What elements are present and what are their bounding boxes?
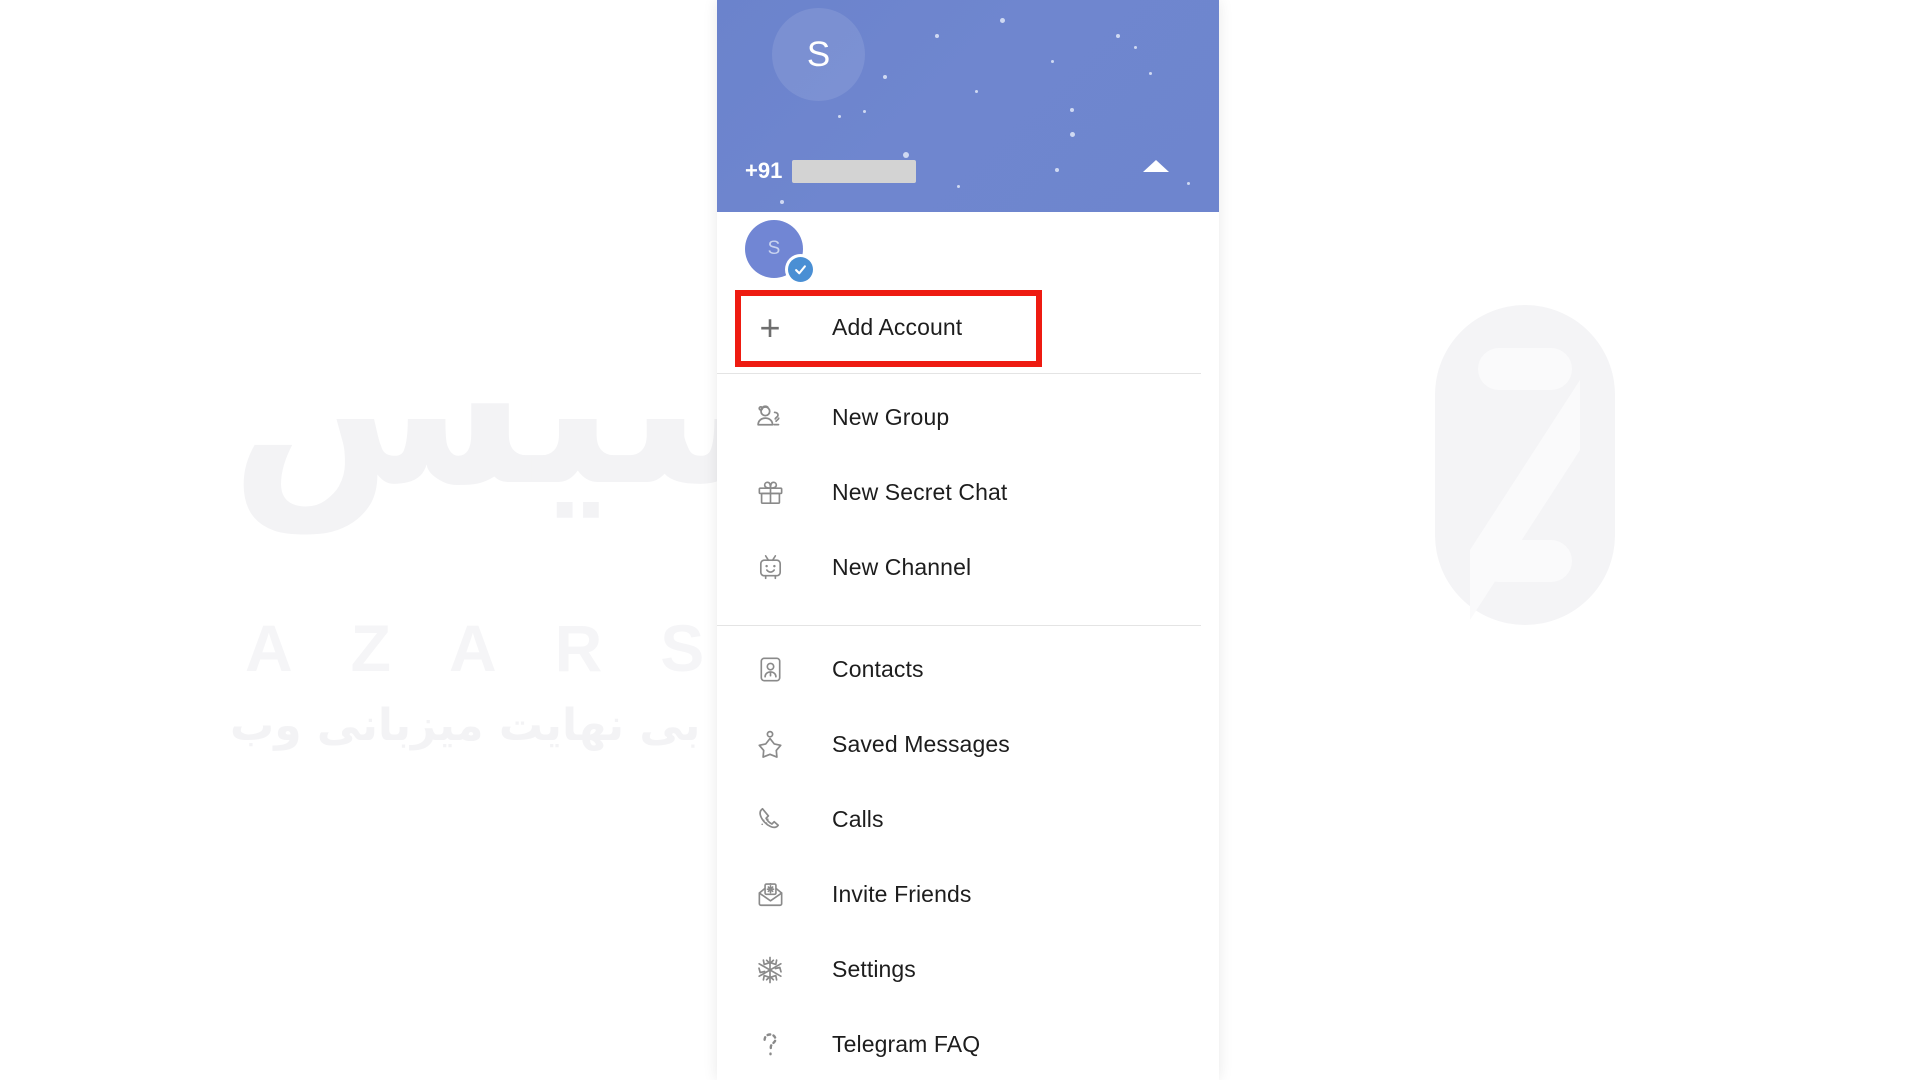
menu-item-telegram-faq[interactable]: Telegram FAQ (717, 1007, 1219, 1080)
menu-item-label: Invite Friends (832, 881, 972, 907)
menu-item-new-channel[interactable]: New Channel (717, 530, 1219, 605)
menu-item-label: Calls (832, 806, 884, 832)
watermark-logo-icon (1435, 305, 1615, 625)
star-icon (747, 729, 793, 761)
envelope-icon (747, 879, 793, 910)
account-avatar-initial: S (767, 238, 781, 259)
current-account-row[interactable]: S (717, 212, 1219, 290)
menu-item-invite-friends[interactable]: Invite Friends (717, 857, 1219, 932)
phone-icon (747, 804, 793, 836)
tv-face-icon (747, 552, 793, 583)
menu-item-label: Contacts (832, 656, 924, 682)
menu-item-label: New Channel (832, 554, 972, 580)
plus-icon: + (759, 306, 781, 348)
chevron-up-icon[interactable] (1143, 160, 1169, 172)
drawer-header: S +91 (717, 0, 1219, 212)
menu-item-settings[interactable]: Settings (717, 932, 1219, 1007)
check-badge-icon (785, 254, 816, 285)
menu-item-new-secret-chat[interactable]: New Secret Chat (717, 455, 1219, 530)
menu-item-label: Add Account (832, 314, 963, 340)
menu-item-label: New Group (832, 404, 950, 430)
divider (717, 373, 1201, 374)
navigation-drawer: S +91 S + Add Account New Group New Secr… (717, 0, 1219, 1080)
header-avatar-initial: S (806, 34, 831, 74)
contacts-icon (747, 654, 793, 685)
new-group-icon (747, 401, 793, 434)
menu-item-contacts[interactable]: Contacts (717, 632, 1219, 707)
snowflake-icon (747, 954, 793, 986)
divider (717, 625, 1201, 626)
menu-item-new-group[interactable]: New Group (717, 380, 1219, 455)
question-mark-icon (747, 1029, 793, 1061)
gift-icon (747, 477, 793, 508)
phone-country-code: +91 (745, 158, 783, 183)
menu-item-saved-messages[interactable]: Saved Messages (717, 707, 1219, 782)
phone-number-redacted (792, 159, 917, 183)
app-root: آذرسیس AZARSYS سرعت بی نهایت میزبانی وب (0, 0, 1920, 1080)
menu-item-label: New Secret Chat (832, 479, 1008, 505)
menu-item-label: Settings (832, 956, 916, 982)
menu-item-add-account[interactable]: + Add Account (717, 290, 1219, 365)
menu-item-label: Telegram FAQ (832, 1031, 981, 1057)
add-account-wrapper: + Add Account (717, 290, 1219, 367)
menu-item-calls[interactable]: Calls (717, 782, 1219, 857)
menu-item-label: Saved Messages (832, 731, 1010, 757)
header-phone: +91 (745, 158, 917, 184)
menu-group-create: New Group New Secret Chat New Channel (717, 380, 1219, 605)
menu-group-main: Contacts Saved Messages Calls Invite Fri… (717, 632, 1219, 1080)
header-avatar[interactable]: S (772, 8, 865, 101)
